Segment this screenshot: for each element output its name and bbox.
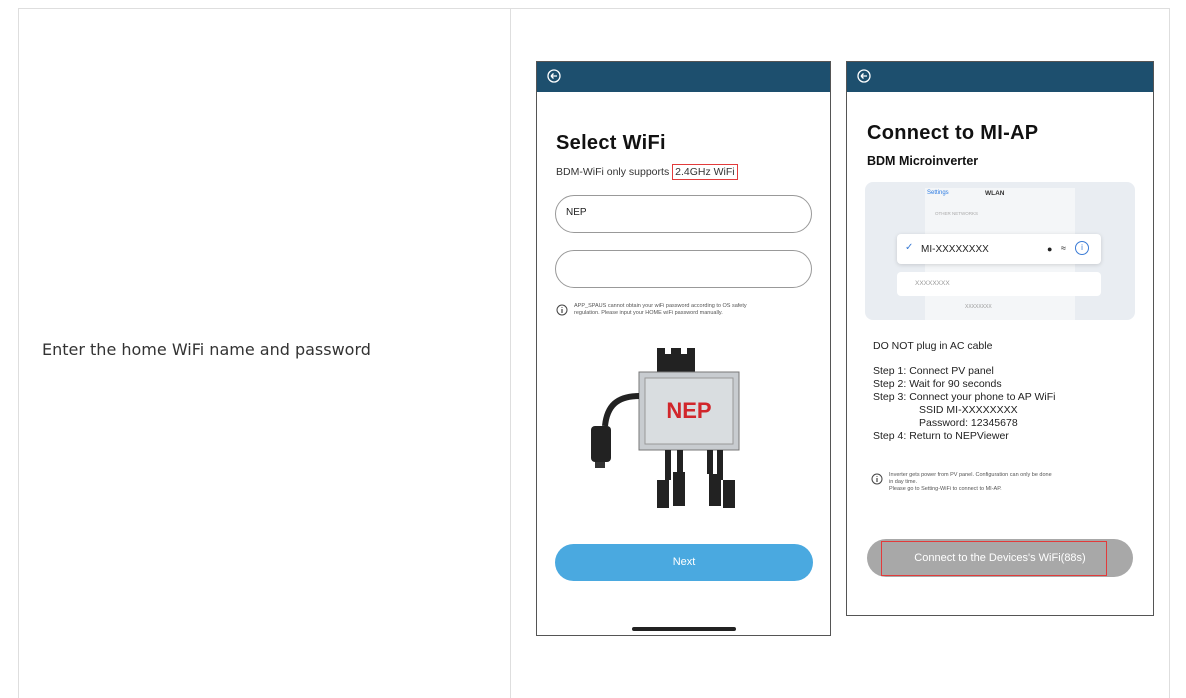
step-1: Step 1: Connect PV panel: [873, 365, 994, 377]
warning-text: DO NOT plug in AC cable: [873, 340, 993, 352]
page-subtitle: BDM Microinverter: [867, 154, 979, 168]
step-description: Enter the home WiFi name and password: [42, 340, 371, 359]
network-selected-name: MI-XXXXXXXX: [921, 244, 989, 255]
phone-screen-connect-mi-ap: Connect to MI-AP BDM Microinverter Setti…: [846, 61, 1154, 616]
back-icon[interactable]: [546, 68, 562, 84]
step-3: Step 3: Connect your phone to AP WiFi: [873, 391, 1056, 403]
password-input[interactable]: [555, 250, 812, 288]
network-other-name-2: XXXXXXXX: [965, 304, 992, 310]
column-divider: [510, 8, 511, 698]
info-line-2: in day time.: [889, 479, 918, 485]
ssid-text: SSID MI-XXXXXXXX: [919, 404, 1018, 416]
settings-title: WLAN: [985, 190, 1005, 197]
network-other-name: XXXXXXXX: [915, 280, 950, 287]
home-indicator: [632, 627, 736, 631]
page-title: Connect to MI-AP: [867, 122, 1039, 144]
wifi-name-value: NEP: [566, 207, 587, 218]
info-icon: [556, 304, 568, 316]
next-button[interactable]: Next: [555, 544, 813, 581]
info-line-3: Please go to Setting-WiFi to connect to …: [889, 486, 1002, 492]
info-note: Inverter gets power from PV panel. Confi…: [889, 472, 1052, 493]
product-brand: NEP: [666, 398, 711, 423]
info-note-line2: regulation. Please input your HOME wiFi …: [574, 310, 723, 316]
wifi-icon: ≈: [1061, 243, 1066, 253]
info-note-line1: APP_SPAUS cannot obtain your wiFi passwo…: [574, 303, 747, 309]
step-2: Step 2: Wait for 90 seconds: [873, 378, 1002, 390]
password-text: Password: 12345678: [919, 417, 1018, 429]
microinverter-image: NEP: [591, 346, 740, 508]
network-selected-row: ✓ MI-XXXXXXXX ● ≈ i: [897, 234, 1101, 264]
network-other-row: XXXXXXXX: [897, 272, 1101, 296]
wifi-name-input[interactable]: NEP: [555, 195, 812, 233]
wifi-settings-illustration: Settings WLAN OTHER NETWORKS ✓ MI-XXXXXX…: [865, 182, 1135, 320]
top-bar: [847, 62, 1153, 92]
settings-back-link: Settings: [927, 190, 949, 196]
highlight-box: [881, 541, 1107, 576]
support-text: BDM-WiFi only supports 2.4GHz WiFi: [556, 164, 738, 180]
support-text-highlight: 2.4GHz WiFi: [672, 164, 738, 180]
settings-section: OTHER NETWORKS: [935, 211, 979, 216]
info-icon: [871, 473, 883, 485]
top-bar: [537, 62, 830, 92]
phone-screen-select-wifi: Select WiFi BDM-WiFi only supports 2.4GH…: [536, 61, 831, 636]
info-icon: i: [1075, 241, 1089, 255]
lock-icon: ●: [1047, 244, 1053, 254]
step-4: Step 4: Return to NEPViewer: [873, 430, 1009, 442]
info-note: APP_SPAUS cannot obtain your wiFi passwo…: [574, 303, 747, 317]
checkmark-icon: ✓: [905, 242, 914, 253]
back-icon[interactable]: [856, 68, 872, 84]
info-line-1: Inverter gets power from PV panel. Confi…: [889, 472, 1052, 478]
support-text-prefix: BDM-WiFi only supports: [556, 166, 673, 178]
page-title: Select WiFi: [556, 132, 666, 154]
